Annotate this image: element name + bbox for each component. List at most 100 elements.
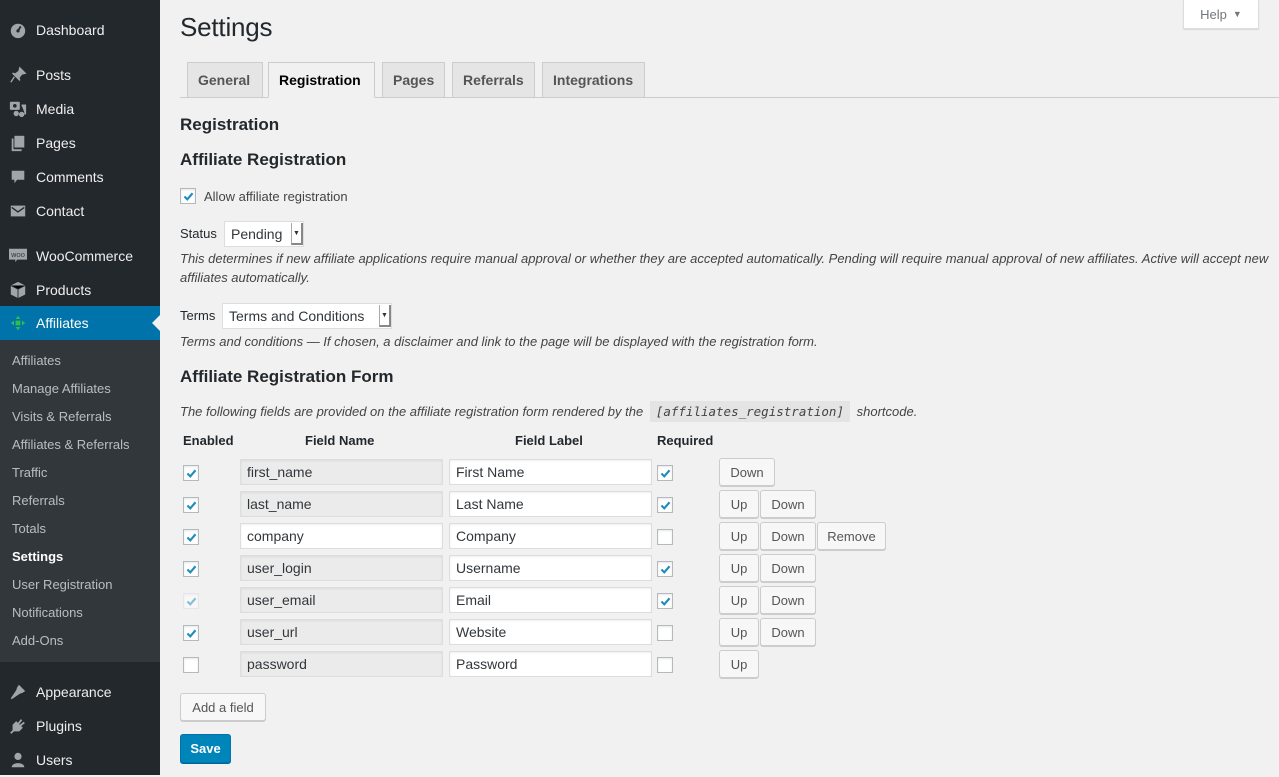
terms-select[interactable]: Terms and Conditions ▼ bbox=[222, 303, 392, 329]
tab-general[interactable]: General bbox=[187, 62, 263, 97]
menu-item-products[interactable]: Products bbox=[0, 273, 160, 307]
required-checkbox[interactable] bbox=[657, 465, 673, 481]
allow-registration-row[interactable]: Allow affiliate registration bbox=[180, 188, 348, 204]
field-name-input: password bbox=[240, 651, 443, 677]
submenu-item-visits-referrals[interactable]: Visits & Referrals bbox=[0, 403, 160, 431]
checkmark-icon bbox=[186, 629, 196, 638]
menu-item-dashboard[interactable]: Dashboard bbox=[0, 13, 160, 47]
add-field-button[interactable]: Add a field bbox=[180, 693, 266, 721]
required-checkbox[interactable] bbox=[657, 561, 673, 577]
status-select[interactable]: Pending ▼ bbox=[224, 221, 304, 247]
field-label-input[interactable]: Last Name bbox=[449, 491, 652, 517]
required-checkbox[interactable] bbox=[657, 657, 673, 673]
field-name-input: user_url bbox=[240, 619, 443, 645]
checkmark-icon bbox=[660, 469, 670, 478]
remove-button[interactable]: Remove bbox=[817, 522, 886, 550]
checkmark-icon bbox=[660, 565, 670, 574]
affiliates-submenu: Affiliates Manage Affiliates Visits & Re… bbox=[0, 340, 160, 662]
menu-item-comments[interactable]: Comments bbox=[0, 160, 160, 194]
envelope-icon bbox=[0, 202, 36, 220]
field-label-input[interactable]: Username bbox=[449, 555, 652, 581]
submenu-item-referrals[interactable]: Referrals bbox=[0, 487, 160, 515]
menu-item-contact[interactable]: Contact bbox=[0, 194, 160, 228]
save-button[interactable]: Save bbox=[180, 734, 231, 763]
submenu-item-affiliates-referrals[interactable]: Affiliates & Referrals bbox=[0, 431, 160, 459]
allow-registration-checkbox[interactable] bbox=[180, 188, 196, 204]
menu-item-pages[interactable]: Pages bbox=[0, 126, 160, 160]
main-content: Help ▼ Settings General Registration Pag… bbox=[160, 0, 1279, 775]
menu-item-users[interactable]: Users bbox=[0, 743, 160, 777]
checkmark-icon bbox=[183, 192, 193, 201]
up-button[interactable]: Up bbox=[719, 586, 759, 614]
shortcode: [affiliates_registration] bbox=[649, 401, 850, 422]
down-button[interactable]: Down bbox=[760, 490, 816, 518]
allow-registration-label: Allow affiliate registration bbox=[204, 188, 348, 204]
submenu-item-manage-affiliates[interactable]: Manage Affiliates bbox=[0, 375, 160, 403]
down-button[interactable]: Down bbox=[760, 522, 816, 550]
down-button[interactable]: Down bbox=[760, 554, 816, 582]
field-label-input[interactable]: First Name bbox=[449, 459, 652, 485]
down-button[interactable]: Down bbox=[719, 458, 775, 486]
column-header-field-name: Field Name bbox=[305, 433, 375, 448]
required-checkbox[interactable] bbox=[657, 497, 673, 513]
submenu-item-notifications[interactable]: Notifications bbox=[0, 599, 160, 627]
field-label-input[interactable]: Password bbox=[449, 651, 652, 677]
terms-label: Terms bbox=[180, 308, 216, 323]
up-button[interactable]: Up bbox=[719, 650, 759, 678]
field-label-input[interactable]: Website bbox=[449, 619, 652, 645]
pages-icon bbox=[0, 134, 36, 152]
enabled-checkbox[interactable] bbox=[183, 657, 199, 673]
tab-referrals[interactable]: Referrals bbox=[452, 62, 535, 97]
brush-icon bbox=[0, 683, 36, 701]
checkmark-icon bbox=[660, 501, 670, 510]
menu-item-appearance[interactable]: Appearance bbox=[0, 675, 160, 709]
menu-item-affiliates[interactable]: Affiliates bbox=[0, 306, 160, 340]
down-button[interactable]: Down bbox=[760, 618, 816, 646]
submenu-item-user-registration[interactable]: User Registration bbox=[0, 571, 160, 599]
table-row: company Company Up Down Remove bbox=[160, 522, 1060, 551]
up-button[interactable]: Up bbox=[719, 522, 759, 550]
select-arrow-icon: ▼ bbox=[379, 305, 391, 327]
submenu-item-add-ons[interactable]: Add-Ons bbox=[0, 627, 160, 655]
enabled-checkbox[interactable] bbox=[183, 529, 199, 545]
table-row: last_name Last Name Up Down bbox=[160, 490, 1060, 519]
tab-pages[interactable]: Pages bbox=[382, 62, 445, 97]
field-label-input[interactable]: Company bbox=[449, 523, 652, 549]
plug-icon bbox=[0, 717, 36, 735]
menu-item-media[interactable]: Media bbox=[0, 92, 160, 126]
field-label-input[interactable]: Email bbox=[449, 587, 652, 613]
caret-down-icon: ▼ bbox=[1232, 9, 1242, 19]
enabled-checkbox[interactable] bbox=[183, 561, 199, 577]
enabled-checkbox[interactable] bbox=[183, 465, 199, 481]
submenu-item-totals[interactable]: Totals bbox=[0, 515, 160, 543]
box-icon bbox=[0, 281, 36, 299]
up-button[interactable]: Up bbox=[719, 618, 759, 646]
enabled-checkbox[interactable] bbox=[183, 625, 199, 641]
submenu-item-settings[interactable]: Settings bbox=[0, 543, 160, 571]
form-description: The following fields are provided on the… bbox=[180, 401, 917, 422]
media-icon bbox=[0, 100, 36, 118]
enabled-checkbox[interactable] bbox=[183, 497, 199, 513]
dashboard-icon bbox=[0, 21, 36, 39]
submenu-item-traffic[interactable]: Traffic bbox=[0, 459, 160, 487]
tab-registration[interactable]: Registration bbox=[268, 62, 375, 98]
down-button[interactable]: Down bbox=[760, 586, 816, 614]
required-checkbox[interactable] bbox=[657, 593, 673, 609]
enabled-checkbox bbox=[183, 593, 199, 609]
field-name-input[interactable]: company bbox=[240, 523, 443, 549]
help-button[interactable]: Help ▼ bbox=[1183, 0, 1259, 29]
required-checkbox[interactable] bbox=[657, 625, 673, 641]
required-checkbox[interactable] bbox=[657, 529, 673, 545]
submenu-item-affiliates[interactable]: Affiliates bbox=[0, 347, 160, 375]
checkmark-icon bbox=[186, 597, 196, 606]
up-button[interactable]: Up bbox=[719, 490, 759, 518]
table-row: user_url Website Up Down bbox=[160, 618, 1060, 647]
menu-item-woocommerce[interactable]: WOO WooCommerce bbox=[0, 239, 160, 273]
up-button[interactable]: Up bbox=[719, 554, 759, 582]
menu-item-plugins[interactable]: Plugins bbox=[0, 709, 160, 743]
column-header-required: Required bbox=[657, 433, 714, 448]
svg-text:WOO: WOO bbox=[11, 253, 25, 259]
affiliates-icon bbox=[0, 315, 36, 331]
tab-integrations[interactable]: Integrations bbox=[542, 62, 645, 97]
menu-item-posts[interactable]: Posts bbox=[0, 58, 160, 92]
